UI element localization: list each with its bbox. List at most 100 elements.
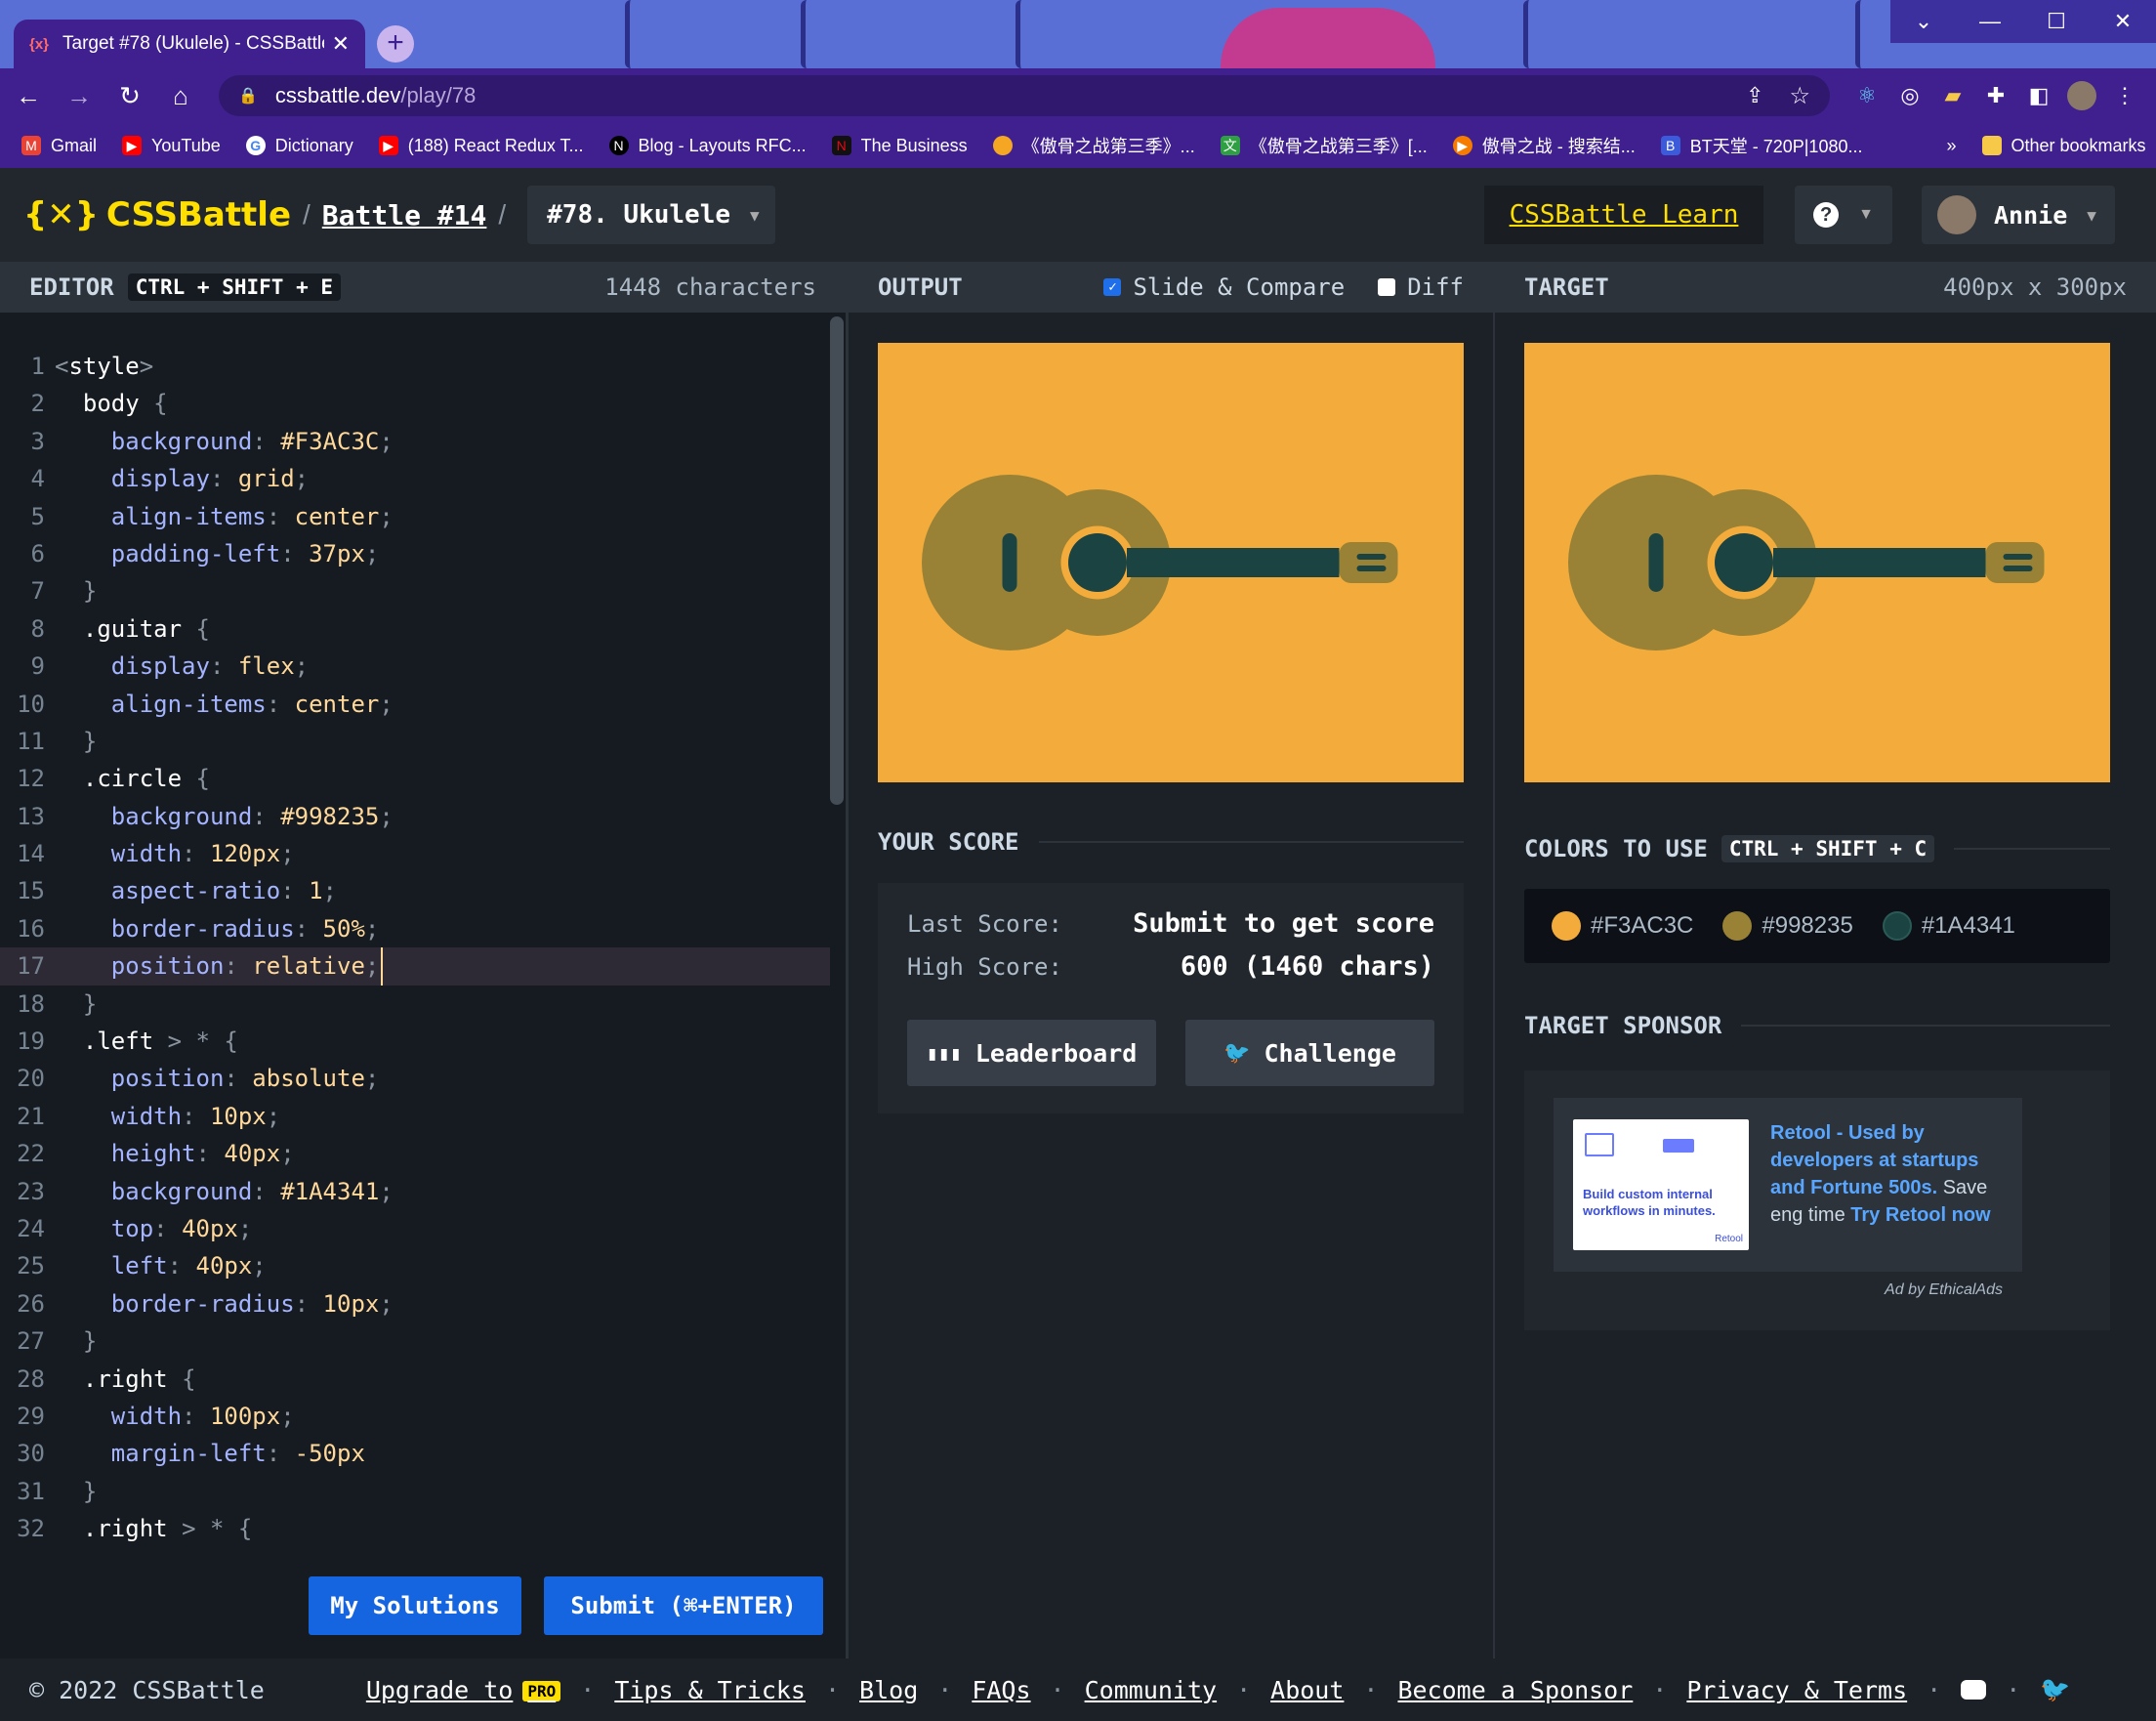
url-field[interactable]: 🔒 cssbattle.dev/play/78 ⇪ ☆: [219, 75, 1830, 116]
output-canvas[interactable]: [878, 343, 1464, 782]
user-menu-button[interactable]: Annie ▼: [1922, 186, 2115, 244]
challenge-button[interactable]: 🐦 Challenge: [1185, 1020, 1434, 1086]
forward-icon[interactable]: →: [57, 81, 102, 111]
bookmark-item[interactable]: ▶ (188) React Redux T...: [378, 136, 584, 156]
footer-separator: ·: [2006, 1675, 2021, 1704]
ad-image-line1: Build custom internal: [1583, 1187, 1713, 1201]
side-panel-icon[interactable]: ◧: [2017, 83, 2060, 108]
ad-cta-link[interactable]: Try Retool now: [1850, 1204, 1990, 1226]
minimize-icon[interactable]: —: [1957, 0, 2023, 43]
color-swatch[interactable]: #1A4341: [1882, 911, 2015, 941]
my-solutions-button[interactable]: My Solutions: [309, 1576, 521, 1635]
character-count: 1448 characters: [604, 273, 816, 301]
upgrade-link[interactable]: Upgrade to PRO: [366, 1676, 561, 1704]
footer-link-faqs[interactable]: FAQs: [972, 1676, 1030, 1704]
learn-link[interactable]: CSSBattle Learn: [1484, 186, 1763, 244]
footer-link-sponsor[interactable]: Become a Sponsor: [1397, 1676, 1633, 1704]
button-sketch-icon: [1663, 1139, 1694, 1153]
footer-link-blog[interactable]: Blog: [859, 1676, 918, 1704]
sponsor-title: TARGET SPONSOR: [1524, 1012, 1722, 1039]
target-header: TARGET 400px x 300px: [1495, 262, 2156, 313]
slide-compare-toggle[interactable]: ✓ Slide & Compare: [1103, 273, 1345, 301]
footer-separator: ·: [1050, 1675, 1065, 1704]
color-swatch[interactable]: #998235: [1722, 911, 1853, 941]
colors-title: COLORS TO USE: [1524, 835, 1708, 862]
discord-icon[interactable]: [1961, 1680, 1987, 1700]
footer-link-community[interactable]: Community: [1085, 1676, 1217, 1704]
site-icon: [992, 136, 1013, 155]
target-canvas[interactable]: [1524, 343, 2110, 782]
leaderboard-button[interactable]: ▮▮▮ Leaderboard: [907, 1020, 1156, 1086]
color-dot: [1552, 911, 1581, 941]
target-select-label: #78. Ukulele: [547, 200, 730, 230]
battle-link[interactable]: Battle #14: [322, 199, 487, 231]
react-devtools-icon[interactable]: ⚛: [1845, 83, 1888, 108]
gmail-icon: M: [21, 136, 41, 155]
target-size: 400px x 300px: [1943, 273, 2127, 301]
target-select[interactable]: #78. Ukulele ▼: [527, 186, 775, 244]
home-icon[interactable]: ⌂: [158, 81, 203, 111]
window-controls: ⌄ — ☐ ✕: [1890, 0, 2156, 43]
bookmark-item[interactable]: N The Business: [831, 136, 968, 156]
new-tab-button[interactable]: +: [377, 25, 414, 63]
high-score-value: 600 (1460 chars): [1180, 951, 1434, 982]
editor-scrollbar[interactable]: [830, 316, 844, 805]
color-swatch[interactable]: #F3AC3C: [1552, 911, 1693, 941]
bookmark-item[interactable]: ▶ YouTube: [122, 136, 221, 156]
bookmark-item[interactable]: M Gmail: [21, 136, 97, 156]
ad-image[interactable]: Build custom internal workflows in minut…: [1573, 1119, 1749, 1250]
footer-link-tips[interactable]: Tips & Tricks: [614, 1676, 806, 1704]
bookmark-label: Dictionary: [274, 135, 353, 155]
color-code: #1A4341: [1921, 912, 2015, 939]
share-icon[interactable]: ⇪: [1746, 83, 1763, 108]
extension-notes-icon[interactable]: ▰: [1931, 83, 1974, 108]
code-editor[interactable]: 1 < style > 2 body { 3 background: #F3AC3C;…: [0, 348, 830, 1548]
output-header: OUTPUT ✓ Slide & Compare Diff: [849, 262, 1493, 313]
bookmarks-overflow-button[interactable]: »: [1946, 136, 1956, 156]
bookmark-label: Blog - Layouts RFC...: [638, 135, 807, 155]
bookmark-item[interactable]: G Dictionary: [245, 135, 353, 156]
close-tab-icon[interactable]: ✕: [332, 31, 350, 57]
reload-icon[interactable]: ↻: [107, 81, 152, 111]
more-menu-icon[interactable]: ⋮: [2103, 83, 2146, 108]
site-icon: 文: [1220, 136, 1240, 155]
footer-separator: ·: [1652, 1675, 1668, 1704]
tab-search-icon[interactable]: ⌄: [1890, 0, 1957, 43]
extension-target-icon[interactable]: ◎: [1888, 83, 1931, 108]
bookmark-item[interactable]: ▶ 傲骨之战 - 搜索结...: [1452, 133, 1636, 158]
ad-attribution[interactable]: Ad by EthicalAds: [1885, 1281, 2003, 1299]
table-icon: [1585, 1133, 1614, 1156]
profile-avatar-icon[interactable]: [2060, 81, 2103, 110]
bookmark-star-icon[interactable]: ☆: [1789, 82, 1810, 110]
extensions-puzzle-icon[interactable]: ✚: [1974, 83, 2017, 108]
bookmark-item[interactable]: 《傲骨之战第三季》...: [992, 133, 1195, 158]
sponsor-heading: TARGET SPONSOR: [1524, 1012, 2110, 1039]
copyright: © 2022 CSSBattle: [29, 1675, 265, 1704]
bookmark-label: Gmail: [51, 135, 98, 155]
bookmark-item[interactable]: 文《傲骨之战第三季》[...: [1220, 133, 1428, 158]
wallpaper-stripe: [1855, 0, 1867, 68]
footer: © 2022 CSSBattle Upgrade to PRO · Tips & …: [0, 1658, 2156, 1721]
browser-tab-active[interactable]: {x} Target #78 (Ukulele) - CSSBattle ✕: [14, 20, 365, 68]
browser-tab-strip: {x} Target #78 (Ukulele) - CSSBattle ✕ +…: [0, 0, 2156, 68]
help-menu-button[interactable]: ? ▼: [1795, 186, 1892, 244]
maximize-icon[interactable]: ☐: [2023, 0, 2090, 43]
twitter-icon[interactable]: 🐦: [2040, 1675, 2070, 1704]
ad-card[interactable]: Build custom internal workflows in minut…: [1554, 1098, 2022, 1272]
close-window-icon[interactable]: ✕: [2090, 0, 2156, 43]
footer-link-about[interactable]: About: [1270, 1676, 1344, 1704]
footer-link-privacy[interactable]: Privacy & Terms: [1686, 1676, 1907, 1704]
lock-icon[interactable]: 🔒: [238, 86, 258, 105]
bookmark-item[interactable]: N Blog - Layouts RFC...: [608, 135, 807, 156]
cssbattle-logo[interactable]: {✕} CSSBattle: [23, 195, 291, 234]
editor-title: EDITOR: [29, 273, 114, 301]
back-icon[interactable]: ←: [6, 81, 51, 111]
colors-shortcut: CTRL + SHIFT + C: [1721, 835, 1935, 862]
editor-shortcut: CTRL + SHIFT + E: [127, 273, 341, 301]
bookmark-item[interactable]: B BT天堂 - 720P|1080...: [1660, 133, 1862, 158]
diff-toggle[interactable]: Diff: [1378, 273, 1464, 301]
slide-compare-label: Slide & Compare: [1133, 273, 1346, 301]
ukulele-render: [922, 475, 1398, 651]
other-bookmarks[interactable]: Other bookmarks: [1981, 136, 2146, 156]
submit-button[interactable]: Submit (⌘+ENTER): [544, 1576, 823, 1635]
